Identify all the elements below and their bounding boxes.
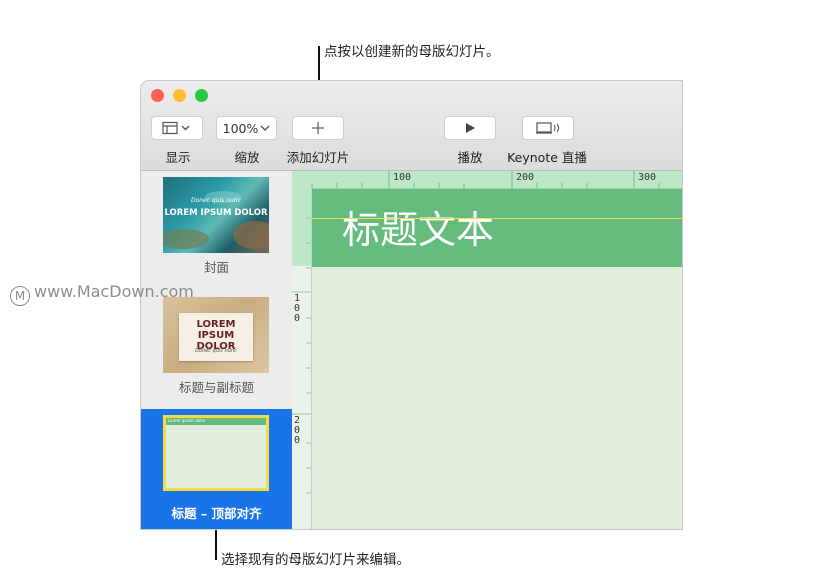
zoom-label: 缩放 [234,150,260,165]
vertical-ruler: 100 200 [292,188,312,529]
callout-select-master: 选择现有的母版幻灯片来编辑。 [221,552,410,568]
ruler-h-300: 300 [638,172,657,183]
chevron-down-icon [260,125,270,131]
play-icon [466,123,475,133]
cover-thumb-subtitle: Donec quis nunc [190,197,241,204]
master-thumbnail-cover[interactable]: Donec quis nunc LOREM IPSUM DOLOR [163,177,269,253]
play-button[interactable] [444,116,496,140]
keynote-live-icon [536,122,560,134]
selected-master-highlight[interactable]: Lorem ipsum dolor 标题 – 顶部对齐 [141,409,292,529]
master-label-cover: 封面 [203,260,229,275]
horizontal-ruler: 100 200 300 [292,171,682,189]
watermark: Mwww.MacDown.com [10,282,194,306]
toolbar: 显示 100% 缩放 添加幻灯片 播放 Keynote 直播 [141,81,682,171]
ruler-h-200: 200 [516,172,535,183]
zoom-value: 100% [222,120,259,136]
view-label: 显示 [165,150,191,165]
master-label-title-subtitle: 标题与副标题 [178,380,254,395]
watermark-logo-icon: M [10,286,30,306]
view-button[interactable] [151,116,203,140]
ruler-v-100: 100 [294,293,301,324]
keynote-live-label: Keynote 直播 [507,150,587,165]
minimize-window-button[interactable] [173,89,186,102]
callout-add-master: 点按以创建新的母版幻灯片。 [324,44,500,60]
close-window-button[interactable] [151,89,164,102]
add-master-slide-button[interactable] [292,116,344,140]
add-master-slide-label: 添加幻灯片 [286,150,350,165]
watermark-text: www.MacDown.com [34,282,194,301]
play-label: 播放 [457,150,483,165]
vertical-ruler-ticks [292,188,311,494]
horizontal-ruler-ticks [311,171,660,188]
ruler-v-200: 200 [294,415,301,446]
master-label-title-top: 标题 – 顶部对齐 [171,506,262,521]
callout-line-bottom [215,529,217,560]
slide-canvas[interactable]: 标题文本 [312,189,682,529]
ruler-h-100: 100 [393,172,412,183]
title-top-thumb-title: Lorem ipsum dolor [168,418,206,423]
zoom-select[interactable]: 100% [216,116,277,140]
cover-thumb-title: LOREM IPSUM DOLOR [164,208,268,218]
zoom-window-button[interactable] [195,89,208,102]
slide-title-placeholder[interactable]: 标题文本 [342,199,494,254]
alignment-guide [312,218,682,219]
view-icon [162,121,190,135]
keynote-live-button[interactable] [522,116,574,140]
master-thumbnail-title-subtitle[interactable]: LOREM IPSUM DOLOR Donec quis nunc [163,297,269,373]
master-slide-navigator: Donec quis nunc LOREM IPSUM DOLOR 封面 LOR… [141,171,293,529]
title-subtitle-thumb-subtitle: Donec quis nunc [195,348,237,354]
master-thumbnail-title-top[interactable]: Lorem ipsum dolor [163,415,269,491]
plus-icon [312,122,324,134]
keynote-window: 显示 100% 缩放 添加幻灯片 播放 Keynote 直播 Donec qui… [141,81,682,529]
